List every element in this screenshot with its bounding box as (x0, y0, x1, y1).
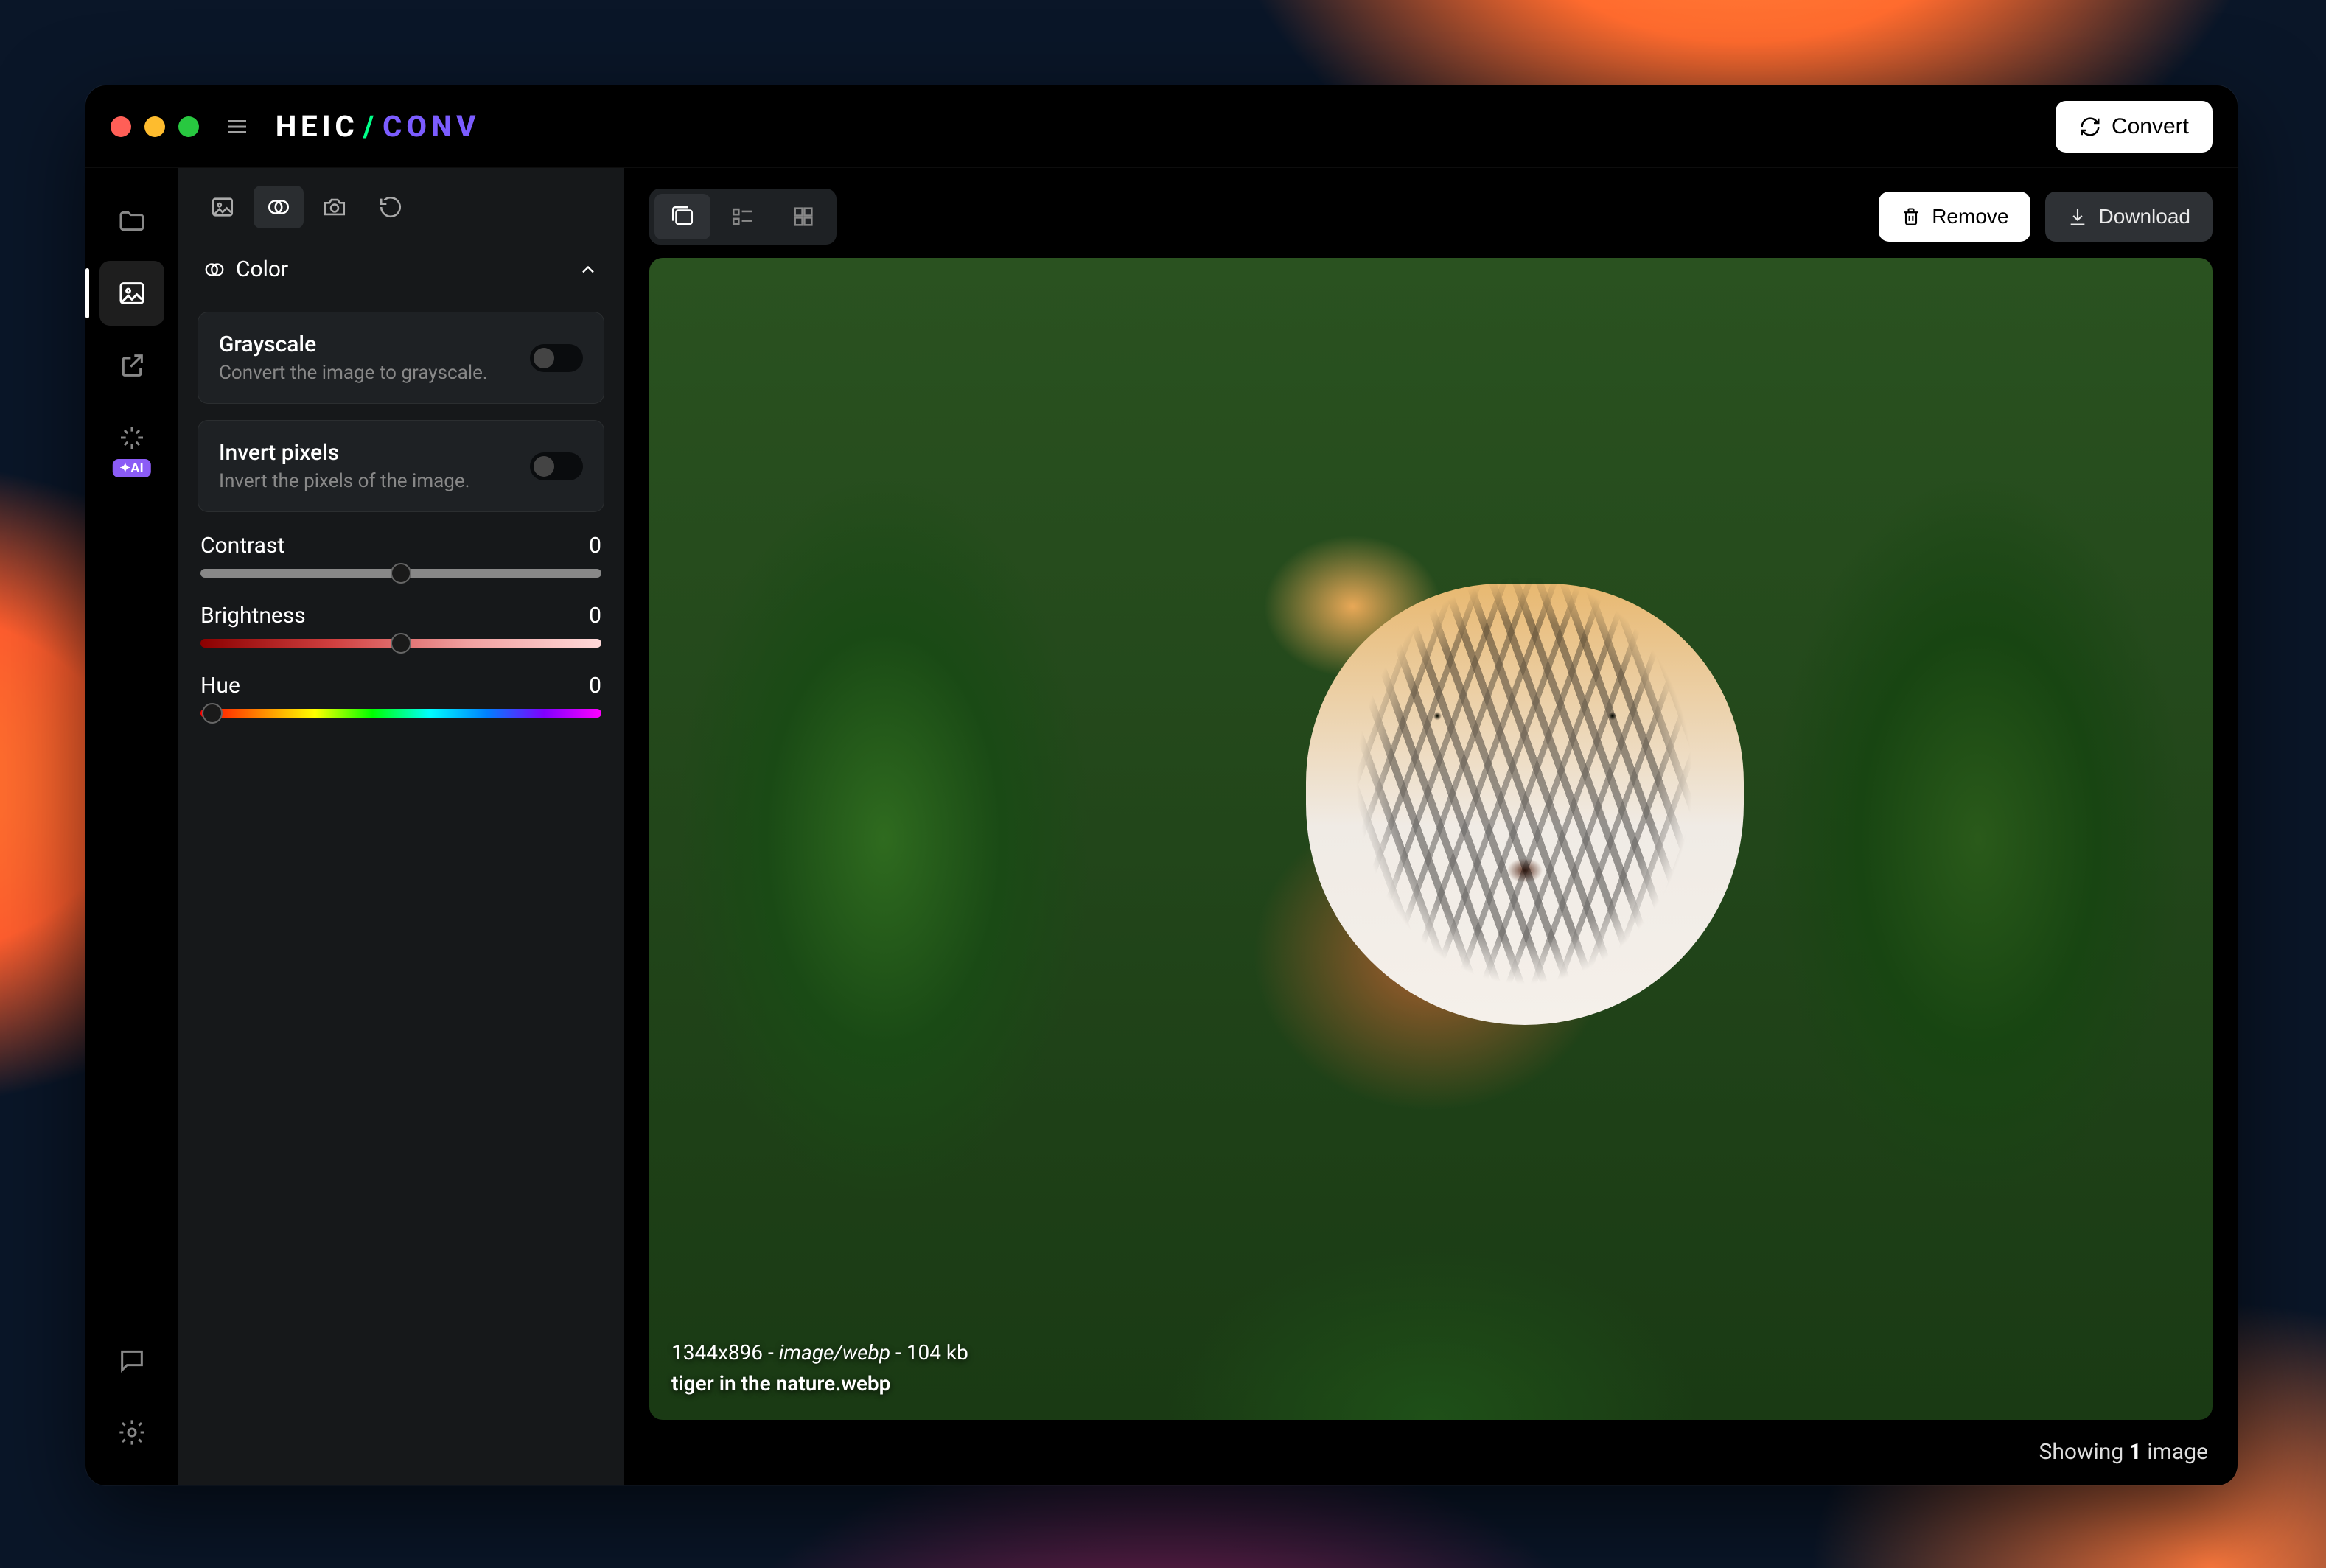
hue-slider[interactable] (200, 709, 601, 718)
app-logo: HEIC / CONV (276, 109, 480, 144)
grid-icon (791, 204, 816, 229)
grayscale-desc: Convert the image to grayscale. (219, 362, 488, 384)
hamburger-icon (224, 113, 251, 140)
chevron-up-icon (578, 259, 598, 280)
window-minimize-button[interactable] (144, 116, 165, 137)
window-maximize-button[interactable] (178, 116, 199, 137)
view-single[interactable] (654, 194, 710, 239)
image-stack-icon (670, 204, 695, 229)
image-filename: tiger in the nature.webp (671, 1368, 968, 1399)
invert-desc: Invert the pixels of the image. (219, 470, 470, 492)
ai-badge: ✦AI (112, 459, 150, 477)
image-size: 104 kb (907, 1340, 968, 1365)
card-invert: Invert pixels Invert the pixels of the i… (198, 420, 604, 512)
view-grid[interactable] (775, 194, 831, 239)
chat-icon (117, 1345, 147, 1375)
contrast-slider[interactable] (200, 569, 601, 578)
image-dimensions: 1344x896 (671, 1340, 763, 1365)
rail-settings[interactable] (99, 1400, 164, 1465)
logo-text-heic: HEIC (276, 109, 359, 144)
tab-overlap[interactable] (254, 186, 304, 228)
main-area: Remove Download 1344x896 - image/webp (624, 168, 2238, 1485)
rail-folder[interactable] (99, 189, 164, 253)
contrast-label: Contrast (200, 533, 284, 559)
trash-icon (1901, 206, 1921, 227)
sparkle-icon (117, 423, 147, 452)
slider-brightness-row: Brightness 0 (198, 598, 604, 652)
image-viewport[interactable]: 1344x896 - image/webp - 104 kb tiger in … (649, 258, 2213, 1420)
brightness-label: Brightness (200, 603, 306, 629)
hue-label: Hue (200, 673, 240, 699)
image-mime: image/webp (779, 1340, 890, 1365)
footer-status: Showing 1 image (649, 1433, 2213, 1465)
image-caption: 1344x896 - image/webp - 104 kb tiger in … (671, 1337, 968, 1399)
folder-icon (117, 206, 147, 236)
gear-icon (117, 1418, 147, 1447)
rail-ai[interactable]: ✦AI (99, 405, 164, 470)
download-label: Download (2098, 205, 2190, 228)
footer-prefix: Showing (2039, 1439, 2129, 1465)
footer-count: 1 (2129, 1439, 2142, 1465)
nav-rail: ✦AI (85, 168, 178, 1485)
refresh-icon (2079, 116, 2101, 138)
overlap-circles-icon (266, 195, 291, 220)
menu-button[interactable] (220, 109, 255, 144)
titlebar: HEIC / CONV Convert (85, 85, 2238, 168)
brightness-slider[interactable] (200, 639, 601, 648)
rotate-icon (378, 195, 403, 220)
logo-text-conv: CONV (383, 109, 480, 144)
hue-value: 0 (589, 673, 601, 699)
view-list[interactable] (715, 194, 771, 239)
traffic-lights (111, 116, 199, 137)
footer-suffix: image (2142, 1439, 2208, 1465)
section-color-title: Color (236, 256, 288, 282)
slider-contrast-row: Contrast 0 (198, 528, 604, 582)
grayscale-toggle[interactable] (530, 344, 583, 372)
toggle-knob (534, 348, 554, 368)
preview-image (649, 258, 2213, 1420)
section-color-header[interactable]: Color (198, 243, 604, 295)
slider-handle[interactable] (391, 633, 411, 654)
list-icon (730, 204, 755, 229)
panel-tab-bar (178, 186, 624, 243)
logo-text-slash: / (363, 109, 378, 144)
rail-external[interactable] (99, 333, 164, 398)
card-grayscale: Grayscale Convert the image to grayscale… (198, 312, 604, 404)
convert-button[interactable]: Convert (2056, 101, 2213, 153)
overlap-circles-icon (203, 259, 226, 281)
camera-icon (322, 195, 347, 220)
toggle-knob (534, 456, 554, 477)
external-link-icon (117, 351, 147, 380)
slider-handle[interactable] (391, 563, 411, 584)
slider-handle[interactable] (202, 703, 223, 724)
tab-rotate[interactable] (366, 186, 416, 228)
side-panel: Color Grayscale Convert the image to gra… (178, 168, 624, 1485)
tab-image-adjust[interactable] (198, 186, 248, 228)
slider-hue-row: Hue 0 (198, 668, 604, 722)
grayscale-title: Grayscale (219, 332, 488, 357)
invert-toggle[interactable] (530, 452, 583, 480)
convert-label: Convert (2112, 114, 2189, 139)
download-icon (2067, 206, 2088, 227)
brightness-value: 0 (589, 603, 601, 629)
download-button[interactable]: Download (2045, 192, 2213, 242)
tab-camera[interactable] (310, 186, 360, 228)
rail-chat[interactable] (99, 1328, 164, 1393)
app-window: HEIC / CONV Convert ✦AI (85, 85, 2238, 1485)
window-close-button[interactable] (111, 116, 131, 137)
view-switcher (649, 189, 837, 245)
remove-button[interactable]: Remove (1879, 192, 2030, 242)
contrast-value: 0 (589, 533, 601, 559)
remove-label: Remove (1932, 205, 2008, 228)
rail-image[interactable] (99, 261, 164, 326)
image-small-icon (210, 195, 235, 220)
image-icon (117, 279, 147, 308)
main-toolbar: Remove Download (649, 189, 2213, 245)
invert-title: Invert pixels (219, 440, 470, 466)
